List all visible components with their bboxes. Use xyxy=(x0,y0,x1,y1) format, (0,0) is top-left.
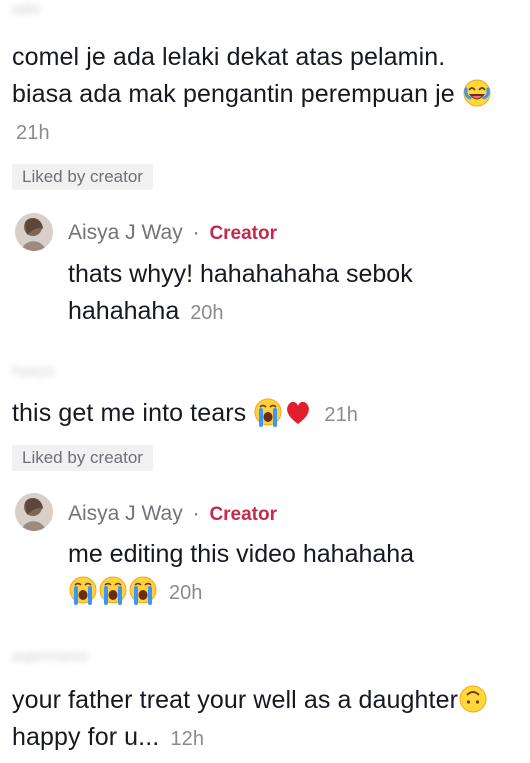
creator-avatar[interactable] xyxy=(15,493,53,531)
reply-time: 20h xyxy=(190,302,224,324)
crying-face-emoji-icon xyxy=(128,575,158,605)
author-separator: · xyxy=(192,502,200,525)
liked-by-creator-badge: Liked by creator xyxy=(12,164,153,190)
comment-time: 21h xyxy=(324,404,359,426)
red-heart-emoji-icon xyxy=(283,397,313,427)
comment-time: 12h xyxy=(170,728,205,750)
author-separator: · xyxy=(192,221,200,244)
creator-badge: Creator xyxy=(209,223,278,244)
comment-time: 21h xyxy=(16,122,50,144)
reply-author-name[interactable]: Aisya J Way xyxy=(68,221,183,244)
comment-body-continuation: happy for u... xyxy=(12,723,160,751)
reply-body: thats whyy! hahahahaha sebok hahahaha xyxy=(68,260,413,325)
comment-username[interactable]: aqiemsess xyxy=(12,648,88,666)
reply-text: me editing this video hahahaha 20h xyxy=(68,536,513,612)
comment-body: comel je ada lelaki dekat atas pelamin. … xyxy=(12,43,455,108)
comment-text: this get me into tears 21h xyxy=(12,395,512,434)
crying-face-emoji-icon xyxy=(253,397,283,427)
reply-text: thats whyy! hahahahaha sebok hahahaha 20… xyxy=(68,256,513,332)
comment-text: your father treat your well as a daughte… xyxy=(12,682,512,758)
comment-thread: iaile comel je ada lelaki dekat atas pel… xyxy=(0,0,530,763)
comment-body: your father treat your well as a daughte… xyxy=(12,686,459,714)
comment-text: comel je ada lelaki dekat atas pelamin. … xyxy=(12,39,512,152)
comment-username[interactable]: haeys xyxy=(12,363,55,381)
crying-face-emoji-icon xyxy=(98,575,128,605)
reply-author-line: Aisya J Way · Creator xyxy=(68,499,277,529)
liked-by-creator-badge: Liked by creator xyxy=(12,445,153,471)
crying-face-emoji-icon xyxy=(68,575,98,605)
creator-avatar[interactable] xyxy=(15,213,53,251)
comment-body: this get me into tears xyxy=(12,399,247,427)
creator-badge: Creator xyxy=(209,504,278,525)
reply-author-name[interactable]: Aisya J Way xyxy=(68,502,183,525)
reply-body: me editing this video hahahaha xyxy=(68,540,415,568)
reply-author-line: Aisya J Way · Creator xyxy=(68,218,277,248)
comment-username[interactable]: iaile xyxy=(12,1,40,19)
reply-time: 20h xyxy=(168,582,203,604)
upside-down-face-emoji-icon xyxy=(458,684,488,714)
laughing-emoji-icon xyxy=(462,78,492,108)
